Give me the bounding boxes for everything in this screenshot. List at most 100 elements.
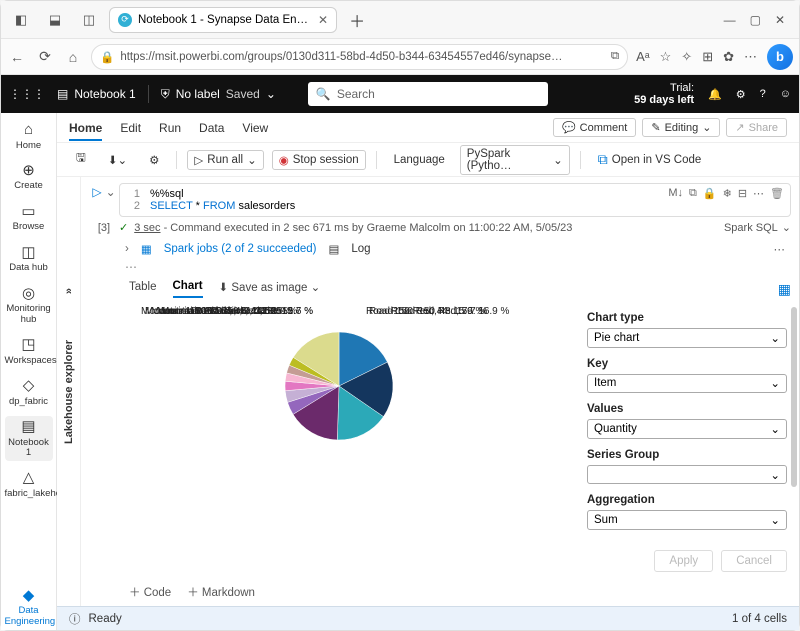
search-input[interactable]: 🔍 Search [308, 82, 548, 106]
chart-type-select[interactable]: Pie chart⌄ [587, 328, 787, 348]
execution-status: [3] ✓ 3 sec - Command executed in 2 sec … [81, 217, 799, 238]
run-all-button[interactable]: ▷Run all⌄ [187, 150, 263, 170]
rail-notebook1[interactable]: ▤Notebook 1 [5, 416, 53, 461]
tab-title: Notebook 1 - Synapse Data En… [138, 14, 308, 26]
rail-lakehouse[interactable]: △fabric_lakehouse [5, 467, 53, 502]
settings-icon[interactable]: ⚙ [736, 88, 746, 101]
expand-icon[interactable]: › [125, 243, 129, 255]
markdown-toggle-icon[interactable]: M↓ [668, 187, 683, 200]
code-cell[interactable]: M↓ ⧉ 🔒 ❄ ⊟ ⋯ 🗑 1%%sql 2SELECT * FROM sal… [119, 183, 791, 217]
help-icon[interactable]: ? [760, 88, 766, 100]
log-icon: ▤ [329, 242, 340, 256]
rail-monitoring[interactable]: ◎Monitoring hub [5, 283, 53, 328]
sensitivity-label[interactable]: No label [176, 87, 220, 101]
vscode-icon: ⧉ [598, 151, 608, 168]
language-select[interactable]: PySpark (Pytho…⌄ [460, 145, 570, 175]
workspaces-icon[interactable]: ⬓ [41, 12, 69, 28]
gear-icon[interactable]: ⚙ [142, 150, 166, 170]
menu-home[interactable]: Home [69, 121, 102, 141]
feedback-icon[interactable]: ☺ [780, 88, 791, 100]
lakehouse-explorer-toggle[interactable]: » Lakehouse explorer [57, 177, 81, 606]
close-tab-icon[interactable]: ✕ [318, 13, 328, 27]
language-label: Language [387, 151, 452, 169]
chevron-down-icon: ⌄ [311, 282, 321, 294]
menu-view[interactable]: View [242, 121, 268, 135]
add-code-cell[interactable]: ＋ Code [129, 584, 171, 600]
menu-data[interactable]: Data [199, 121, 224, 135]
chart-settings-icon[interactable]: ▦ [778, 281, 791, 298]
apply-button[interactable]: Apply [654, 550, 713, 572]
collapse-icon[interactable]: ⊟ [738, 187, 747, 200]
new-tab-button[interactable]: ＋ [343, 8, 371, 32]
spark-jobs-link[interactable]: Spark jobs (2 of 2 succeeded) [164, 243, 317, 255]
maximize-button[interactable]: ▢ [750, 13, 761, 27]
download-icon: ⬇ [219, 282, 229, 294]
more-icon[interactable]: ⋯ [744, 49, 757, 65]
rail-home[interactable]: ⌂Home [5, 119, 53, 154]
rail-dp-fabric[interactable]: ◇dp_fabric [5, 375, 53, 410]
copy-icon[interactable]: ⧉ [611, 50, 619, 63]
more-icon[interactable]: ⋯ [774, 242, 786, 256]
chevron-down-icon: ⌄ [770, 422, 780, 436]
back-button[interactable]: ← [7, 49, 27, 65]
bing-chat-icon[interactable]: b [767, 44, 793, 70]
language-badge[interactable]: Spark SQL⌄ [724, 221, 791, 234]
rail-workspaces[interactable]: ◳Workspaces [5, 334, 53, 369]
menu-edit[interactable]: Edit [120, 121, 141, 135]
lock-icon[interactable]: 🔒 [703, 187, 717, 200]
stop-session-button[interactable]: ◉Stop session [272, 150, 366, 170]
browser-tab[interactable]: ⟳ Notebook 1 - Synapse Data En… ✕ [109, 7, 337, 33]
chevron-down-icon[interactable]: ⌄ [266, 87, 276, 101]
minimize-button[interactable]: — [724, 13, 736, 27]
status-bar: ⓘ Ready 1 of 4 cells [57, 606, 799, 630]
log-link[interactable]: Log [351, 243, 370, 255]
save-icon[interactable]: 🖫 [69, 147, 93, 172]
tab-table[interactable]: Table [129, 281, 157, 297]
rail-datahub[interactable]: ◫Data hub [5, 242, 53, 277]
save-status: Saved [226, 87, 260, 101]
app-header: ⋮⋮⋮ ▤ Notebook 1 ⛨ No label Saved ⌄ 🔍 Se… [1, 75, 799, 113]
left-nav-rail: ⌂Home ⊕Create ▭Browse ◫Data hub ◎Monitor… [1, 113, 57, 630]
close-button[interactable]: ✕ [775, 13, 785, 27]
editing-mode-button[interactable]: ✎Editing⌄ [642, 118, 720, 137]
delete-icon[interactable]: 🗑 [770, 187, 784, 200]
app-launcher-icon[interactable]: ⋮⋮⋮ [9, 87, 45, 101]
chart-seriesgroup-select[interactable]: ⌄ [587, 465, 787, 485]
menu-run[interactable]: Run [159, 121, 181, 135]
freeze-icon[interactable]: ❄ [723, 187, 732, 200]
open-vscode-button[interactable]: ⧉Open in VS Code [591, 148, 709, 171]
favorite-icon[interactable]: ☆ [660, 49, 672, 65]
url-input[interactable]: 🔒 https://msit.powerbi.com/groups/0130d3… [91, 44, 628, 70]
favorites-bar-icon[interactable]: ✧ [681, 49, 692, 65]
comment-button[interactable]: 💬Comment [553, 118, 636, 137]
cancel-button[interactable]: Cancel [721, 550, 787, 572]
download-icon[interactable]: ⬇⌄ [101, 150, 134, 170]
scrollbar[interactable] [791, 307, 797, 487]
reader-icon[interactable]: Aᵃ [636, 49, 650, 64]
rail-data-engineering[interactable]: ◆Data Engineering [5, 585, 53, 630]
save-image-button[interactable]: ⬇ Save as image ⌄ [219, 280, 321, 298]
rail-browse[interactable]: ▭Browse [5, 201, 53, 236]
copy-icon[interactable]: ⧉ [689, 187, 697, 200]
cell-menu-icon[interactable]: ⌄ [106, 185, 116, 199]
notifications-icon[interactable]: 🔔 [708, 88, 722, 101]
extensions-icon[interactable]: ✿ [723, 49, 734, 65]
home-button[interactable]: ⌂ [63, 49, 83, 65]
tabs-icon[interactable]: ◫ [75, 12, 103, 28]
chart-aggregation-select[interactable]: Sum⌄ [587, 510, 787, 530]
notebook-name[interactable]: Notebook 1 [74, 87, 135, 101]
chart-key-select[interactable]: Item⌄ [587, 374, 787, 394]
more-icon[interactable]: ⋯ [753, 187, 764, 200]
chevron-down-icon: ⌄ [770, 513, 780, 527]
run-cell-icon[interactable]: ▷ [92, 185, 101, 199]
tab-chart[interactable]: Chart [173, 280, 203, 298]
collections-icon[interactable]: ⊞ [702, 49, 713, 65]
notebook-icon: ▤ [57, 87, 68, 101]
comment-icon: 💬 [562, 121, 576, 134]
share-button[interactable]: ↗Share [726, 118, 787, 137]
rail-create[interactable]: ⊕Create [5, 160, 53, 195]
refresh-button[interactable]: ⟳ [35, 48, 55, 65]
add-markdown-cell[interactable]: ＋ Markdown [187, 584, 255, 600]
chart-values-select[interactable]: Quantity⌄ [587, 419, 787, 439]
profile-icon[interactable]: ◧ [7, 12, 35, 28]
